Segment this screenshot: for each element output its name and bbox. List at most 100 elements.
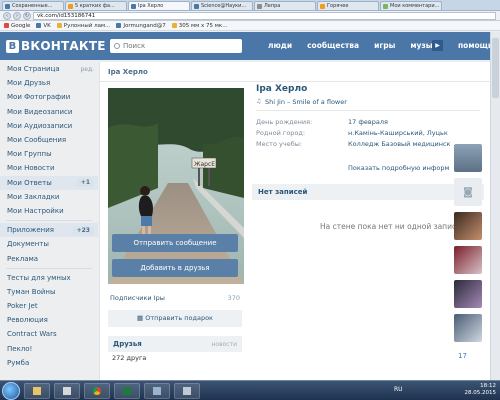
menu-item-app[interactable]: Пекло! <box>0 342 98 356</box>
search-box[interactable] <box>110 39 242 53</box>
window-icon <box>153 386 161 395</box>
browser-tab[interactable]: Science@Науки... <box>191 1 253 10</box>
profile-status[interactable]: ♫ Shi Jin – Smile of a flower <box>256 98 347 106</box>
menu-item-app[interactable]: Революция <box>0 313 98 327</box>
friend-avatar[interactable] <box>454 280 482 308</box>
image-icon <box>183 386 191 395</box>
menu-item-groups[interactable]: Мои Группы <box>0 147 98 161</box>
tab-favicon-icon <box>383 3 388 9</box>
show-more-link[interactable]: Показать подробную информ <box>348 164 449 172</box>
menu-item-audio[interactable]: Мои Аудиозаписи <box>0 119 98 133</box>
menu-item-answers[interactable]: Мои Ответы +1 <box>0 175 98 190</box>
menu-item-app[interactable]: Туман Войны <box>0 285 98 299</box>
menu-item-messages[interactable]: Мои Сообщения <box>0 133 98 147</box>
google-icon <box>4 23 9 28</box>
menu-item-app[interactable]: Румба <box>0 356 98 370</box>
clock[interactable]: 18:12 28.05.2015 <box>465 383 497 397</box>
bookmark-item[interactable]: Google <box>4 23 30 29</box>
browser-tab-bar: Сохраненные... 5 кратких фа... Іра Херло… <box>0 0 500 11</box>
answers-badge: +1 <box>76 178 94 188</box>
online-friends-strip: ◙ 17 <box>452 140 488 376</box>
browser-tab[interactable]: 5 кратких фа... <box>65 1 127 10</box>
forward-icon[interactable]: › <box>13 11 21 20</box>
start-button[interactable] <box>2 381 20 400</box>
url-field[interactable]: vk.com/id153186741 <box>33 11 496 20</box>
apps-badge: +23 <box>72 225 94 235</box>
menu-item-ads[interactable]: Реклама <box>0 251 98 265</box>
add-friend-button[interactable]: Добавить в друзья <box>112 259 238 277</box>
subscribers-count: 370 <box>227 294 240 302</box>
send-message-button[interactable]: Отправить сообщение <box>112 234 238 252</box>
bookmark-item[interactable]: Jormungand@7 <box>116 23 166 29</box>
taskbar-excel[interactable] <box>114 382 140 399</box>
browser-tab[interactable]: Сохраненные... <box>2 1 64 10</box>
menu-item-my-page[interactable]: Моя Страница ред. <box>0 62 98 76</box>
friend-avatar[interactable] <box>454 212 482 240</box>
taskbar-photo[interactable] <box>174 382 200 399</box>
taskbar-media[interactable] <box>54 382 80 399</box>
menu-item-news[interactable]: Мои Новости <box>0 161 98 175</box>
menu-item-apps[interactable]: Приложения +23 <box>0 223 98 238</box>
breadcrumb[interactable]: Іра Херло <box>108 68 148 76</box>
reload-icon[interactable]: ↻ <box>23 11 31 20</box>
wall-empty-text: На стене пока нет ни одной запис <box>320 222 457 231</box>
nav-games[interactable]: игры <box>374 41 395 50</box>
friends-header[interactable]: Друзья новости <box>108 336 242 352</box>
profile-name: Іра Херло <box>256 84 308 94</box>
bookmark-icon <box>56 23 62 28</box>
browser-tab[interactable]: Горячее <box>317 1 379 10</box>
bookmark-item[interactable]: VK <box>36 23 51 29</box>
page-scrollbar[interactable] <box>490 32 500 380</box>
friend-avatar[interactable] <box>454 144 482 172</box>
taskbar-explorer[interactable] <box>24 382 50 399</box>
left-menu: Моя Страница ред. Мои Друзья Мои Фотограф… <box>0 62 98 370</box>
svg-text:ЖарсЕ: ЖарсЕ <box>194 161 215 168</box>
browser-tab[interactable]: Мои комментари... <box>380 1 442 10</box>
language-indicator[interactable]: RU <box>394 386 403 393</box>
menu-item-settings[interactable]: Мои Настройки <box>0 204 98 218</box>
play-icon[interactable]: ▶ <box>432 40 443 51</box>
tab-favicon-icon <box>194 3 199 9</box>
friend-avatar[interactable] <box>454 246 482 274</box>
divider <box>100 81 491 82</box>
nav-help[interactable]: помощь <box>458 41 493 50</box>
vk-icon <box>36 23 42 28</box>
menu-item-friends[interactable]: Мои Друзья <box>0 76 98 90</box>
bookmarks-bar: Google VK Рулонный лам... Jormungand@7 3… <box>0 21 500 31</box>
education-link[interactable]: Колледж Базовый медицинск <box>348 140 450 148</box>
profile-photo[interactable]: ЖарсЕ <box>108 88 244 284</box>
camera-icon[interactable]: ◙ <box>454 178 482 206</box>
send-gift-button[interactable]: ▦ Отправить подарок <box>108 310 242 327</box>
nav-people[interactable]: люди <box>268 41 292 50</box>
menu-item-videos[interactable]: Мои Видеозаписи <box>0 105 98 119</box>
menu-divider <box>6 220 92 222</box>
edit-link[interactable]: ред. <box>80 66 94 73</box>
top-nav: люди сообщества игры музыка <box>268 41 458 50</box>
menu-item-app[interactable]: Contract Wars <box>0 327 98 341</box>
back-icon[interactable]: ‹ <box>3 11 11 20</box>
info-row: День рождения: 17 февраля <box>256 117 388 126</box>
taskbar-chrome[interactable] <box>84 382 110 399</box>
friends-news-link[interactable]: новости <box>212 341 238 348</box>
browser-tab-active[interactable]: Іра Херло <box>128 1 190 10</box>
menu-item-app[interactable]: Poker Jet <box>0 299 98 313</box>
bookmark-item[interactable]: Рулонный лам... <box>56 23 110 29</box>
vk-logo[interactable]: B ВКОНТАКТЕ <box>6 39 106 53</box>
bookmark-item[interactable]: 305 мм х 75 мк... <box>171 23 227 29</box>
search-input[interactable] <box>123 42 233 50</box>
taskbar-window[interactable] <box>144 382 170 399</box>
birthday-link[interactable]: 17 февраля <box>348 118 388 126</box>
subscribers-link[interactable]: Подписчики Іры 370 <box>110 294 240 302</box>
menu-item-bookmarks[interactable]: Мои Закладки <box>0 190 98 204</box>
online-count[interactable]: 17 <box>458 352 467 360</box>
wall-header: Нет записей <box>252 184 484 200</box>
menu-item-app[interactable]: Тесты для умных <box>0 271 98 285</box>
hometown-link[interactable]: н.Камінь-Каширський, Луцьк <box>348 129 448 137</box>
menu-item-docs[interactable]: Документы <box>0 237 98 251</box>
menu-item-photos[interactable]: Мои Фотографии <box>0 90 98 104</box>
browser-tab[interactable]: Лепра <box>254 1 316 10</box>
nav-communities[interactable]: сообщества <box>307 41 359 50</box>
friend-avatar[interactable] <box>454 314 482 342</box>
scrollbar-thumb[interactable] <box>492 38 499 98</box>
folder-icon <box>33 386 41 395</box>
